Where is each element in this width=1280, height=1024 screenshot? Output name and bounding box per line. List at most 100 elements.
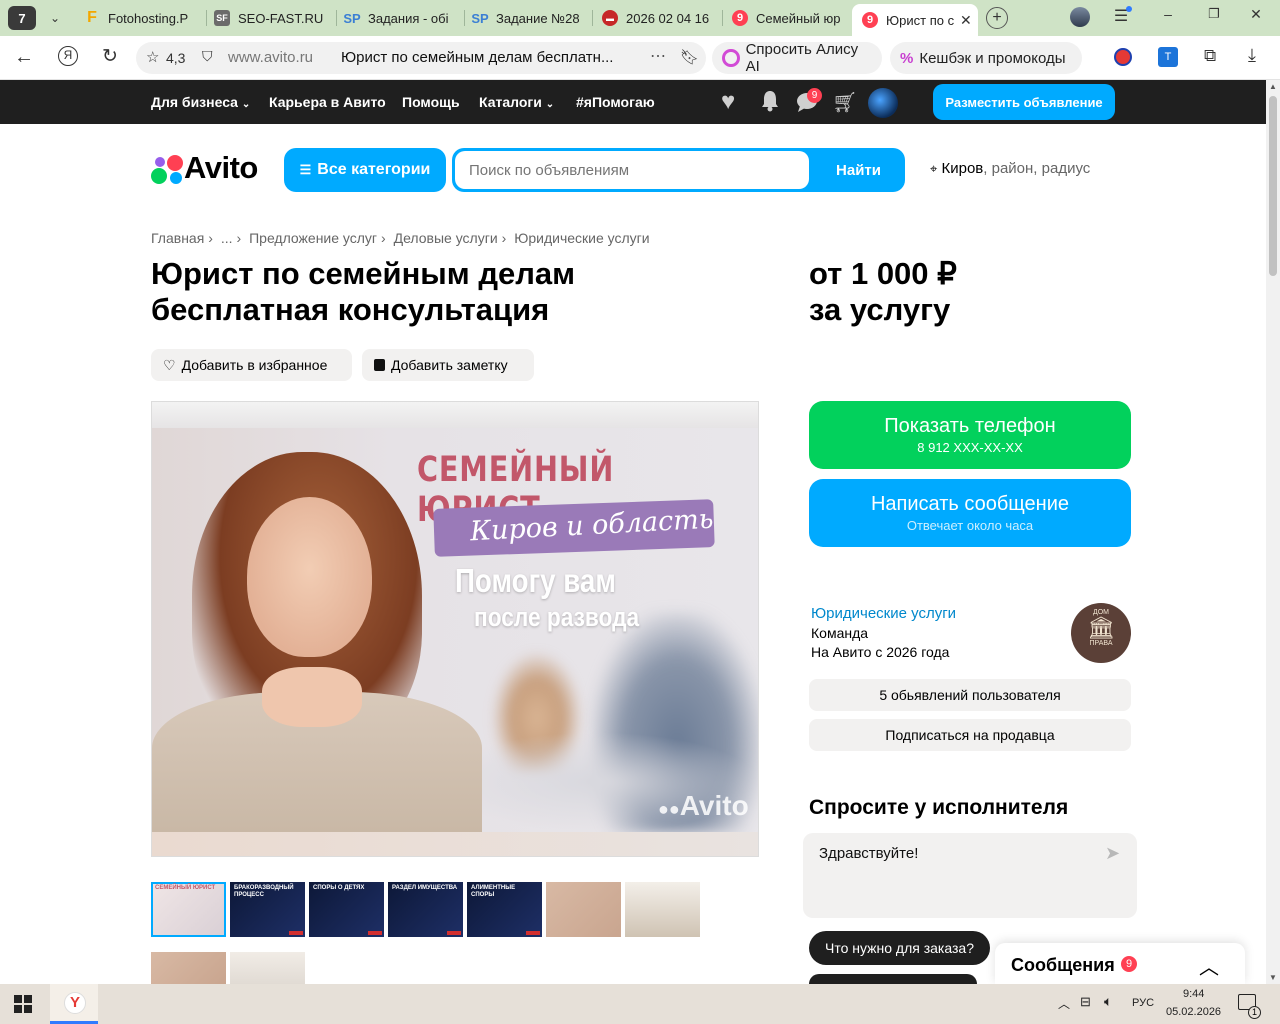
photo-thumbnail[interactable]: АЛИМЕНТНЫЕ СПОРЫ xyxy=(467,882,542,937)
window-close-icon[interactable]: ✕ xyxy=(1246,6,1266,26)
send-icon[interactable]: ➤ xyxy=(1105,843,1120,864)
avito-favicon-icon: 9 xyxy=(732,10,748,26)
page-scrollbar[interactable]: ▲ ▼ xyxy=(1266,80,1280,984)
url-domain: www.avito.ru xyxy=(228,49,314,66)
search-input[interactable] xyxy=(455,151,809,189)
seller-category-link[interactable]: Юридические услуги xyxy=(811,604,1061,624)
clock-time[interactable]: 9:44 xyxy=(1183,988,1204,1000)
quick-question-chip-2[interactable] xyxy=(809,974,977,984)
avito-watermark: ●●Avito xyxy=(658,790,749,822)
chip-label: Что нужно для заказа? xyxy=(825,940,974,956)
user-avatar[interactable] xyxy=(868,88,898,118)
add-to-favorites-button[interactable]: ♡ Добавить в избранное xyxy=(151,349,352,381)
windows-start-icon[interactable] xyxy=(14,995,32,1013)
nav-help[interactable]: Помощь xyxy=(402,80,460,124)
nav-catalogs[interactable]: Каталоги ⌄ xyxy=(479,80,554,124)
tab-label: Fotohosting.P xyxy=(108,10,189,26)
user-listings-button[interactable]: 5 обьявлений пользователя xyxy=(809,679,1131,711)
ask-message-input[interactable]: Здравствуйте! xyxy=(819,845,918,862)
photo-thumbnail[interactable]: БРАКОРАЗВОДНЫЙ ПРОЦЕСС xyxy=(230,882,305,937)
nav-career[interactable]: Карьера в Авито xyxy=(269,80,386,124)
browser-tab-family-lawyer[interactable]: 9 Семейный юр xyxy=(732,4,842,32)
categories-label: Все категории xyxy=(317,161,431,178)
star-icon[interactable]: ☆ xyxy=(146,48,159,66)
show-phone-button[interactable]: Показать телефон 8 912 XXX-XX-XX xyxy=(809,401,1131,469)
yandex-icon[interactable]: Я xyxy=(58,46,78,66)
breadcrumb-business-services[interactable]: Деловые услуги xyxy=(394,230,498,246)
breadcrumb-services[interactable]: Предложение услуг xyxy=(249,230,377,246)
nav-for-business[interactable]: Для бизнеса ⌄ xyxy=(151,80,250,124)
tray-expand-icon[interactable]: ︿ xyxy=(1058,995,1070,1012)
scroll-up-icon[interactable]: ▲ xyxy=(1269,82,1277,91)
search-button[interactable]: Найти xyxy=(812,148,905,192)
tab-list-chevron-icon[interactable]: ⌄ xyxy=(42,6,68,30)
photo-thumbnail[interactable] xyxy=(625,882,700,937)
language-indicator[interactable]: РУС xyxy=(1132,997,1154,1009)
page-title: Юрист по семейным делам бесплатная консу… xyxy=(151,256,711,328)
menu-icon[interactable]: ☰ xyxy=(1110,6,1132,28)
location-selector[interactable]: ⌖ Киров, район, радиус xyxy=(930,160,1090,177)
write-message-button[interactable]: Написать сообщение Отвечает около часа xyxy=(809,479,1131,547)
favorites-heart-icon[interactable]: ♥ xyxy=(721,88,735,116)
browser-tab-seofast[interactable]: SF SEO-FAST.RU xyxy=(214,4,332,32)
photo-thumbnail[interactable] xyxy=(151,952,226,984)
nav-ya-pomogayu[interactable]: #яПомогаю xyxy=(576,80,655,124)
reload-icon[interactable]: ↻ xyxy=(102,45,118,68)
browser-tab-task-28[interactable]: SP Задание №28 xyxy=(472,4,584,32)
seller-avatar[interactable]: ДОМ 🏛︎ ПРАВА xyxy=(1071,603,1131,663)
ask-message-box[interactable]: Здравствуйте! ➤ xyxy=(803,833,1137,918)
omnibox[interactable]: ☆ 4,3 ⛉ www.avito.ru Юрист по семейным д… xyxy=(136,42,706,74)
subscribe-seller-button[interactable]: Подписаться на продавца xyxy=(809,719,1131,751)
restore-icon[interactable]: ❐ xyxy=(1204,6,1224,26)
yandex-browser-taskbar-icon[interactable]: Y xyxy=(50,984,98,1024)
avito-logo[interactable]: Avito xyxy=(151,150,261,188)
nav-label: #яПомогаю xyxy=(576,94,655,110)
photo-thumbnail[interactable]: СЕМЕЙНЫЙ ЮРИСТ xyxy=(151,882,226,937)
listing-photo[interactable]: СЕМЕЙНЫЙ ЮРИСТ Киров и область Помогу ва… xyxy=(151,401,759,857)
collections-icon[interactable]: ⧉ xyxy=(1204,46,1216,66)
tab-counter-button[interactable]: 7 xyxy=(8,6,36,30)
cart-icon[interactable]: 🛒︎ xyxy=(832,90,857,115)
thumbnail-caption: АЛИМЕНТНЫЕ СПОРЫ xyxy=(471,885,516,898)
extension-translate-icon[interactable]: T xyxy=(1158,47,1178,67)
photo-thumbnail[interactable]: СПОРЫ О ДЕТЯХ xyxy=(309,882,384,937)
all-categories-button[interactable]: ☰ Все категории xyxy=(284,148,446,192)
watermark-text: Avito xyxy=(679,790,749,821)
ask-alice-button[interactable]: Спросить Алису AI xyxy=(712,41,882,75)
back-icon[interactable]: ← xyxy=(14,46,34,69)
scrollbar-thumb[interactable] xyxy=(1269,96,1277,276)
minimize-icon[interactable]: – xyxy=(1158,6,1178,26)
profile-avatar[interactable] xyxy=(1070,7,1090,27)
breadcrumb-home[interactable]: Главная xyxy=(151,230,204,246)
location-rest: , район, радиус xyxy=(983,160,1091,177)
tab-label: 2026 02 04 16 xyxy=(626,10,710,26)
chevron-up-icon[interactable]: ︿ xyxy=(1199,951,1219,980)
add-note-button[interactable]: Добавить заметку xyxy=(362,349,534,381)
breadcrumb-legal-services[interactable]: Юридические услуги xyxy=(514,230,649,246)
browser-tab-recording[interactable]: ▬ 2026 02 04 16 xyxy=(602,4,714,32)
scroll-down-icon[interactable]: ▼ xyxy=(1269,973,1277,982)
new-tab-button[interactable]: + xyxy=(986,7,1008,29)
speaker-icon[interactable]: 🔈︎ xyxy=(1104,993,1112,1010)
photo-thumbnail[interactable]: РАЗДЕЛ ИМУЩЕСТВА xyxy=(388,882,463,937)
browser-tab-fotohosting[interactable]: F Fotohosting.P xyxy=(84,4,202,32)
clock-date[interactable]: 05.02.2026 xyxy=(1166,1006,1221,1018)
logo-text: Avito xyxy=(184,150,258,185)
more-dots-icon[interactable]: ⋯ xyxy=(650,46,666,66)
bookmark-icon[interactable]: 🔖︎ xyxy=(680,48,699,66)
quick-question-chip[interactable]: Что нужно для заказа? xyxy=(809,931,990,965)
photo-thumbnail[interactable] xyxy=(230,952,305,984)
breadcrumb-ellipsis[interactable]: ... xyxy=(221,230,233,246)
post-ad-button[interactable]: Разместить объявление xyxy=(933,84,1115,120)
network-icon[interactable]: ⊟ xyxy=(1080,994,1091,1010)
cashback-button[interactable]: % Кешбэк и промокоды xyxy=(890,42,1082,74)
shield-icon[interactable]: ⛉ xyxy=(202,48,213,65)
notifications-bell-icon[interactable] xyxy=(760,90,780,112)
messages-panel[interactable]: Сообщения 9 ︿ xyxy=(995,943,1245,984)
browser-tab-tasks[interactable]: SP Задания - обі xyxy=(344,4,460,32)
download-icon[interactable]: ⤓ xyxy=(1248,45,1256,66)
photo-thumbnail[interactable] xyxy=(546,882,621,937)
close-tab-icon[interactable]: ✕ xyxy=(960,12,972,29)
browser-tab-active[interactable]: 9 Юрист по с ✕ xyxy=(852,4,978,36)
extension-ublock-icon[interactable] xyxy=(1114,48,1132,66)
